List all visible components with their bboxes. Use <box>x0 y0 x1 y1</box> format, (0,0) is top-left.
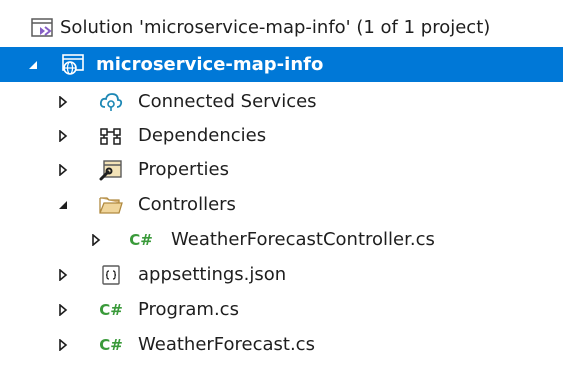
csharp-file-icon: C# <box>129 230 153 249</box>
tree-item-dependencies[interactable]: Dependencies <box>0 118 563 153</box>
expanded-arrow-icon[interactable] <box>55 187 71 222</box>
project-node[interactable]: microservice-map-info <box>0 47 563 82</box>
tree-item-weatherforecast[interactable]: C# WeatherForecast.cs <box>0 327 563 362</box>
tree-item-label: Program.cs <box>138 299 239 320</box>
tree-item-weatherforecastcontroller[interactable]: C# WeatherForecastController.cs <box>0 222 563 257</box>
collapsed-arrow-icon[interactable] <box>55 327 71 362</box>
tree-item-properties[interactable]: Properties <box>0 152 563 187</box>
collapsed-arrow-icon[interactable] <box>88 222 104 257</box>
tree-item-label: WeatherForecast.cs <box>138 334 315 355</box>
tree-item-connected-services[interactable]: Connected Services <box>0 84 563 119</box>
solution-node[interactable]: Solution 'microservice-map-info' (1 of 1… <box>0 10 563 45</box>
collapsed-arrow-icon[interactable] <box>55 152 71 187</box>
properties-icon <box>97 152 125 187</box>
json-file-icon <box>97 257 125 292</box>
tree-item-label: Dependencies <box>138 125 267 146</box>
csharp-file-icon: C# <box>99 335 123 354</box>
solution-label: Solution 'microservice-map-info' (1 of 1… <box>60 17 491 38</box>
collapsed-arrow-icon[interactable] <box>55 118 71 153</box>
csharp-file-icon: C# <box>99 300 123 319</box>
tree-item-label: WeatherForecastController.cs <box>171 229 435 250</box>
tree-item-label: Controllers <box>138 194 236 215</box>
collapsed-arrow-icon[interactable] <box>55 292 71 327</box>
project-label: microservice-map-info <box>96 54 324 75</box>
collapsed-arrow-icon[interactable] <box>55 257 71 292</box>
tree-item-appsettings[interactable]: appsettings.json <box>0 257 563 292</box>
folder-open-icon <box>97 187 125 222</box>
tree-item-program[interactable]: C# Program.cs <box>0 292 563 327</box>
dependencies-icon <box>97 118 125 153</box>
tree-item-label: Properties <box>138 159 229 180</box>
tree-item-label: Connected Services <box>138 91 317 112</box>
collapsed-arrow-icon[interactable] <box>55 84 71 119</box>
tree-item-controllers[interactable]: Controllers <box>0 187 563 222</box>
tree-item-label: appsettings.json <box>138 264 287 285</box>
solution-icon <box>28 10 56 45</box>
expanded-arrow-icon[interactable] <box>25 47 41 82</box>
solution-explorer-tree: Solution 'microservice-map-info' (1 of 1… <box>0 0 563 371</box>
connected-services-icon <box>97 84 125 119</box>
web-project-icon <box>59 47 87 82</box>
